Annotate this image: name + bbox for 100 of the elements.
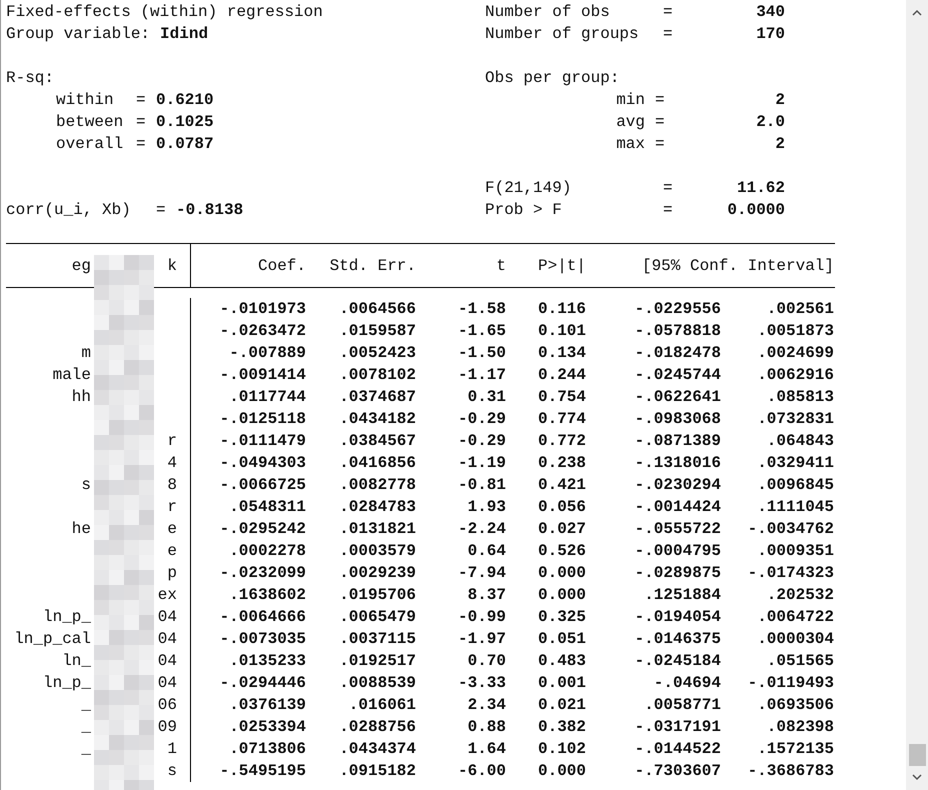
variable-name: ln_p_ xyxy=(42,673,91,694)
table-cell: 0.051 xyxy=(538,630,586,648)
column-header: Coef. xyxy=(258,256,306,274)
table-cell: 0.101 xyxy=(538,322,586,340)
table-cell: .0062916 xyxy=(757,366,834,384)
table-cell: .0434182 xyxy=(339,410,416,428)
table-cell: -.0229556 xyxy=(634,300,721,318)
table-cell: -.0578818 xyxy=(634,322,721,340)
table-cell: 0.027 xyxy=(538,520,586,538)
variable-name: _ xyxy=(80,739,91,760)
column-header: eg xyxy=(70,256,91,276)
table-cell: 0.116 xyxy=(538,300,586,318)
table-cell: .002561 xyxy=(766,300,834,318)
variable-name: 04 xyxy=(156,673,178,694)
equals-sign: = xyxy=(136,134,147,155)
stat-value: 11.62 xyxy=(736,178,785,199)
table-cell: -.0245184 xyxy=(634,652,721,670)
table-cell: -.0014424 xyxy=(634,498,721,516)
table-cell: -0.81 xyxy=(458,476,506,494)
table-cell: .0713806 xyxy=(229,740,306,758)
table-cell: 0.754 xyxy=(538,388,586,406)
table-cell: -1.58 xyxy=(458,300,506,318)
table-cell: 0.31 xyxy=(468,388,506,406)
scroll-up-icon[interactable] xyxy=(912,9,922,16)
stat-value: 2 xyxy=(774,90,785,111)
table-cell: .0051873 xyxy=(757,322,834,340)
table-cell: .1251884 xyxy=(644,586,721,604)
table-cell: .0434374 xyxy=(339,740,416,758)
equals-sign: = xyxy=(663,178,674,199)
stat-heading: Obs per group: xyxy=(485,69,620,87)
table-cell: 0.021 xyxy=(538,696,586,714)
group-label: Group variable: xyxy=(6,25,150,43)
table-cell: .0195706 xyxy=(339,586,416,604)
table-cell: .0416856 xyxy=(339,454,416,472)
table-cell: .0384567 xyxy=(339,432,416,450)
table-cell: -7.94 xyxy=(458,564,506,582)
table-cell: .0029239 xyxy=(339,564,416,582)
stat-value: 2.0 xyxy=(755,112,785,133)
scroll-down-icon[interactable] xyxy=(912,774,922,781)
table-cell: .0284783 xyxy=(339,498,416,516)
table-cell: -.0295242 xyxy=(220,520,306,538)
table-cell: 0.000 xyxy=(538,564,586,582)
table-cell: -.0144522 xyxy=(634,740,721,758)
variable-name: r xyxy=(166,497,178,518)
table-cell: .0135233 xyxy=(229,652,306,670)
equals-sign: = xyxy=(663,200,674,221)
table-cell: 0.102 xyxy=(538,740,586,758)
variable-name: 8 xyxy=(166,475,178,496)
table-cell: -1.50 xyxy=(458,344,506,362)
table-cell: .0065479 xyxy=(339,608,416,626)
table-cell: -.0232099 xyxy=(220,564,306,582)
table-cell: -.0146375 xyxy=(634,630,721,648)
table-cell: 0.421 xyxy=(538,476,586,494)
table-cell: -.0004795 xyxy=(634,542,721,560)
table-cell: -.0174323 xyxy=(748,564,834,582)
stat-label: min xyxy=(615,90,646,111)
variable-name: ln_ xyxy=(61,651,91,672)
table-cell: -1.97 xyxy=(458,630,506,648)
table-cell: 0.483 xyxy=(538,652,586,670)
table-cell: 0.774 xyxy=(538,410,586,428)
table-cell: 1.93 xyxy=(468,498,506,516)
variable-name: p xyxy=(166,563,178,584)
table-cell: -0.29 xyxy=(458,432,506,450)
column-header: P>|t| xyxy=(538,256,586,274)
table-cell: .0288756 xyxy=(339,718,416,736)
variable-name: 04 xyxy=(156,651,178,672)
table-cell: 0.000 xyxy=(538,586,586,604)
table-cell: .0693506 xyxy=(757,696,834,714)
table-cell: -.0245744 xyxy=(634,366,721,384)
variable-name: 04 xyxy=(156,607,178,628)
stat-value: 0.0000 xyxy=(726,200,785,221)
scroll-thumb[interactable] xyxy=(908,744,926,766)
table-cell: -.0064666 xyxy=(220,608,306,626)
table-cell: -.0983068 xyxy=(634,410,721,428)
table-cell: -1.19 xyxy=(458,454,506,472)
variable-name: he xyxy=(70,519,91,540)
table-cell: .0078102 xyxy=(339,366,416,384)
variable-name: 1 xyxy=(166,739,178,760)
variable-name: hh xyxy=(70,387,91,408)
table-cell: .0192517 xyxy=(339,652,416,670)
table-cell: .0376139 xyxy=(229,696,306,714)
stat-value: 170 xyxy=(755,24,785,45)
variable-name: 04 xyxy=(156,629,178,650)
table-cell: 0.772 xyxy=(538,432,586,450)
table-cell: .0253394 xyxy=(229,718,306,736)
table-cell: -6.00 xyxy=(458,762,506,780)
corr-label: corr(u_i, Xb) xyxy=(6,200,132,221)
stat-label: max xyxy=(615,134,646,155)
scrollbar[interactable] xyxy=(906,0,928,790)
table-cell: .0915182 xyxy=(339,762,416,780)
variable-name: ln_p_ xyxy=(42,607,91,628)
table-cell: .0003579 xyxy=(339,542,416,560)
table-cell: .0037115 xyxy=(339,630,416,648)
table-cell: .0096845 xyxy=(757,476,834,494)
table-cell: 0.88 xyxy=(468,718,506,736)
table-cell: 0.238 xyxy=(538,454,586,472)
table-cell: -.0622641 xyxy=(634,388,721,406)
table-cell: -.0263472 xyxy=(220,322,306,340)
variable-name: e xyxy=(166,541,178,562)
table-cell: .1111045 xyxy=(757,498,834,516)
